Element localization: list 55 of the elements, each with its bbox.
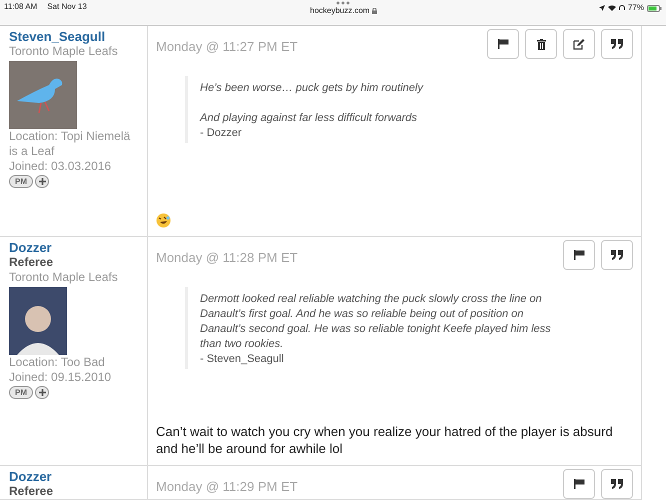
status-date: Sat Nov 13 bbox=[47, 1, 87, 13]
quote-button[interactable] bbox=[601, 469, 633, 499]
location-arrow-icon bbox=[598, 5, 605, 11]
edit-icon bbox=[573, 38, 585, 50]
avatar-photo-placeholder bbox=[9, 287, 67, 355]
username-link[interactable]: Dozzer bbox=[9, 240, 147, 255]
quote-text: He’s been worse… puck gets by him routinely bbox=[200, 81, 424, 96]
quote-icon bbox=[611, 39, 623, 49]
flag-icon bbox=[498, 39, 508, 49]
headphones-icon bbox=[618, 5, 625, 11]
flag-button[interactable] bbox=[563, 240, 595, 270]
quote-text: Dermott looked real reliable watching the puck slowly cross the line on Danault’s first goal. And he was so reliable being out of position on Danault’s second goal. He was so reliable tonight Keefe played him less than two rookies. bbox=[200, 292, 552, 352]
battery-icon bbox=[647, 4, 662, 12]
post-timestamp: Monday @ 11:27 PM ET bbox=[156, 38, 298, 56]
battery-percent: 77% bbox=[628, 2, 644, 14]
user-location: Location: Too Bad bbox=[9, 355, 106, 370]
url-text[interactable]: hockeybuzz.com bbox=[310, 5, 370, 17]
user-team: Toronto Maple Leafs bbox=[9, 270, 119, 285]
quote-button[interactable] bbox=[601, 29, 633, 59]
more-icon[interactable] bbox=[336, 1, 350, 5]
add-button[interactable] bbox=[35, 386, 49, 399]
edit-button[interactable] bbox=[563, 29, 595, 59]
post-timestamp: Monday @ 11:28 PM ET bbox=[156, 248, 298, 267]
quote-author: - Steven_Seagull bbox=[200, 352, 285, 367]
user-rank: Referee bbox=[9, 484, 54, 499]
post-timestamp: Monday @ 11:29 PM ET bbox=[156, 478, 298, 496]
user-team: Toronto Maple Leafs bbox=[9, 44, 119, 59]
username-link[interactable]: Steven_Seagull bbox=[9, 29, 147, 44]
flag-icon bbox=[574, 250, 584, 260]
plus-icon bbox=[38, 389, 46, 396]
laughing-emoji-icon bbox=[156, 213, 171, 228]
delete-button[interactable] bbox=[525, 29, 557, 59]
flag-button[interactable] bbox=[487, 29, 519, 59]
user-joined: Joined: 09.15.2010 bbox=[9, 370, 112, 385]
bird-photo-placeholder bbox=[9, 61, 77, 129]
post-text: Can’t wait to watch you cry when you realize your hatred of the player is absurd and he’ll be around for awhile lol bbox=[156, 423, 614, 457]
username-link[interactable]: Dozzer bbox=[9, 469, 147, 484]
flag-icon bbox=[574, 479, 584, 489]
quote-text: And playing against far less difficult forwards bbox=[200, 111, 418, 126]
quote-icon bbox=[611, 250, 623, 260]
user-joined: Joined: 03.03.2016 bbox=[9, 159, 112, 174]
quote-button[interactable] bbox=[601, 240, 633, 270]
plus-icon bbox=[38, 178, 46, 185]
pm-button[interactable]: PM bbox=[9, 386, 33, 399]
lock-icon bbox=[372, 8, 377, 14]
add-button[interactable] bbox=[35, 175, 49, 188]
user-rank: Referee bbox=[9, 255, 54, 270]
flag-button[interactable] bbox=[563, 469, 595, 499]
quote-author: - Dozzer bbox=[200, 126, 243, 141]
status-time: 11:08 AM bbox=[4, 1, 38, 13]
trash-icon bbox=[536, 38, 546, 50]
wifi-icon bbox=[608, 5, 616, 11]
user-location: Location: Topi Niemelä is a Leaf bbox=[9, 129, 132, 159]
pm-button[interactable]: PM bbox=[9, 175, 33, 188]
quote-icon bbox=[611, 479, 623, 489]
